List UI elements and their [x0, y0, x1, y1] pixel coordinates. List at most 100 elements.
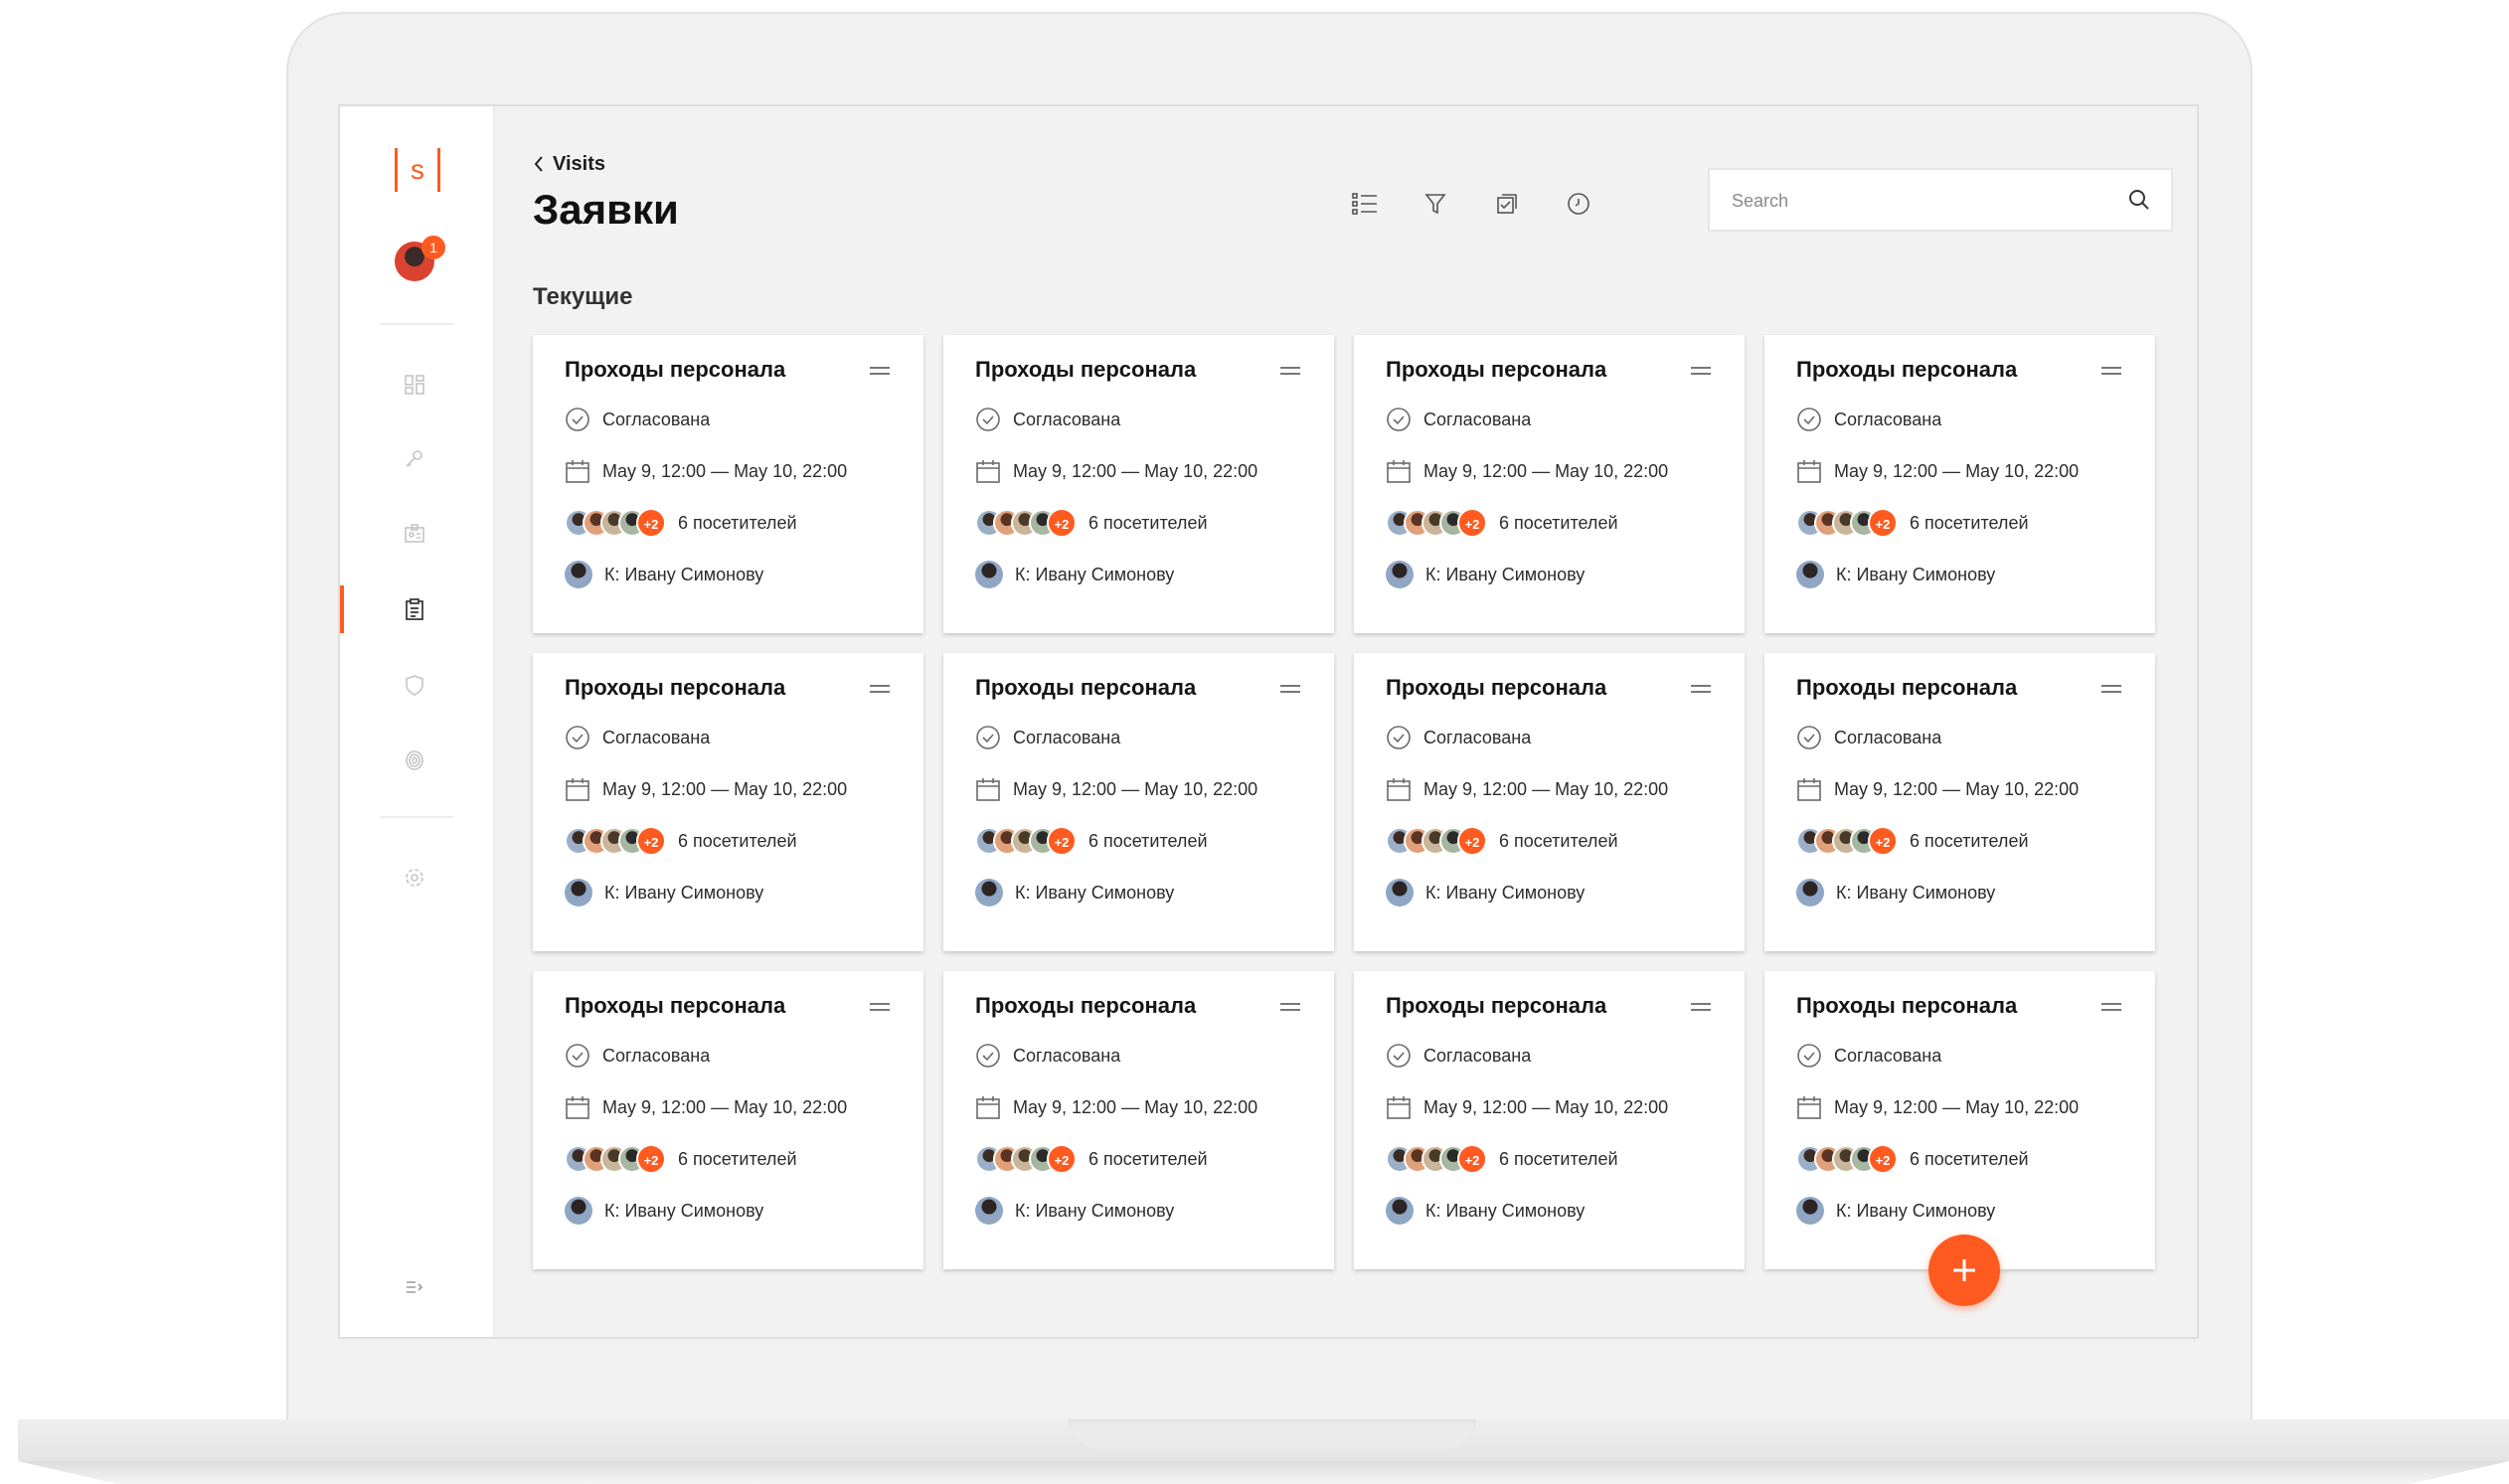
back-link[interactable]: Visits — [533, 150, 605, 178]
host-avatar — [565, 1197, 592, 1225]
user-avatar[interactable]: 1 — [395, 236, 445, 285]
card-menu-icon[interactable] — [1280, 1001, 1302, 1015]
sidebar-item-dashboard[interactable] — [340, 361, 495, 409]
sidebar-item-settings[interactable] — [340, 854, 495, 902]
main-content: Visits Заявки Search Текущие Проходы пер… — [495, 106, 2197, 1337]
status-label: Согласована — [602, 727, 711, 747]
sidebar-item-security[interactable] — [340, 661, 495, 709]
status-label: Согласована — [1423, 1045, 1532, 1066]
status-label: Согласована — [1013, 409, 1121, 429]
card-menu-icon[interactable] — [2101, 365, 2123, 379]
select-button[interactable] — [1487, 184, 1527, 224]
visitor-count: 6 посетителей — [1499, 1148, 1618, 1169]
request-card[interactable]: Проходы персонала Согласована May 9, 12:00… — [1354, 971, 1745, 1269]
request-card[interactable]: Проходы персонала Согласована May 9, 12:00… — [1764, 653, 2155, 951]
host-name: К: Ивану Симонову — [1425, 564, 1586, 584]
host-name: К: Ивану Симонову — [1425, 882, 1586, 903]
card-menu-icon[interactable] — [1691, 683, 1713, 697]
list-view-button[interactable] — [1344, 184, 1384, 224]
request-card[interactable]: Проходы персонала Согласована May 9, 12:00… — [943, 653, 1334, 951]
date-range: May 9, 12:00 — May 10, 22:00 — [1013, 460, 1258, 481]
card-menu-icon[interactable] — [1691, 1001, 1713, 1015]
request-card[interactable]: Проходы персонала Согласована May 9, 12:00… — [533, 653, 923, 951]
visitor-count: 6 посетителей — [678, 1148, 797, 1169]
status-label: Согласована — [1834, 409, 1942, 429]
sidebar-item-badges[interactable] — [340, 510, 495, 558]
card-menu-icon[interactable] — [870, 683, 892, 697]
card-dates: May 9, 12:00 — May 10, 22:00 — [1386, 1092, 1668, 1122]
card-visitors: +2 6 посетителей — [1386, 1144, 1618, 1174]
visitor-count: 6 посетителей — [1088, 1148, 1208, 1169]
host-name: К: Ивану Симонову — [1425, 1200, 1586, 1221]
sidebar-item-requests[interactable] — [340, 585, 495, 633]
card-host: К: Ивану Симонову — [975, 878, 1174, 907]
status-label: Согласована — [1013, 1045, 1121, 1066]
card-host: К: Ивану Симонову — [975, 1196, 1174, 1226]
visitor-count: 6 посетителей — [1499, 512, 1618, 533]
visitor-avatars: +2 — [1386, 1144, 1487, 1174]
card-dates: May 9, 12:00 — May 10, 22:00 — [975, 1092, 1257, 1122]
host-avatar — [565, 561, 592, 588]
request-card[interactable]: Проходы персонала Согласована May 9, 12:00… — [943, 971, 1334, 1269]
card-status: Согласована — [975, 1041, 1120, 1071]
card-menu-icon[interactable] — [870, 1001, 892, 1015]
card-status: Согласована — [975, 723, 1120, 752]
history-button[interactable] — [1559, 184, 1598, 224]
card-dates: May 9, 12:00 — May 10, 22:00 — [565, 774, 847, 804]
request-card[interactable]: Проходы персонала Согласована May 9, 12:00… — [943, 335, 1334, 633]
card-visitors: +2 6 посетителей — [1796, 508, 2029, 538]
sidebar-item-biometrics[interactable] — [340, 737, 495, 784]
fingerprint-icon — [406, 750, 423, 770]
add-request-button[interactable] — [1928, 1235, 2000, 1306]
card-dates: May 9, 12:00 — May 10, 22:00 — [975, 456, 1257, 486]
host-name: К: Ивану Симонову — [1836, 882, 1996, 903]
filter-icon — [1424, 194, 1446, 215]
host-name: К: Ивану Симонову — [604, 564, 764, 584]
card-menu-icon[interactable] — [1280, 683, 1302, 697]
card-status: Согласована — [1796, 1041, 1941, 1071]
card-menu-icon[interactable] — [2101, 1001, 2123, 1015]
card-status: Согласована — [565, 1041, 710, 1071]
request-card[interactable]: Проходы персонала Согласована May 9, 12:00… — [533, 335, 923, 633]
host-name: К: Ивану Симонову — [1015, 882, 1175, 903]
host-name: К: Ивану Симонову — [1836, 564, 1996, 584]
request-card[interactable]: Проходы персонала Согласована May 9, 12:00… — [1764, 335, 2155, 633]
sidebar-item-pass[interactable] — [340, 434, 495, 482]
card-visitors: +2 6 посетителей — [975, 826, 1208, 856]
section-title: Текущие — [533, 283, 633, 310]
sidebar-divider — [380, 323, 453, 325]
card-dates: May 9, 12:00 — May 10, 22:00 — [1386, 774, 1668, 804]
check-circle-icon — [976, 408, 1000, 431]
host-avatar — [1386, 1197, 1414, 1225]
card-menu-icon[interactable] — [1280, 365, 1302, 379]
card-dates: May 9, 12:00 — May 10, 22:00 — [1386, 456, 1668, 486]
host-avatar — [975, 879, 1003, 907]
request-card[interactable]: Проходы персонала Согласована May 9, 12:00… — [1354, 653, 1745, 951]
calendar-icon — [1387, 778, 1411, 801]
search-icon[interactable] — [2127, 188, 2151, 212]
visitor-avatars: +2 — [975, 1144, 1077, 1174]
card-status: Согласована — [975, 405, 1120, 434]
card-host: К: Ивану Симонову — [565, 1196, 763, 1226]
date-range: May 9, 12:00 — May 10, 22:00 — [1423, 778, 1669, 799]
request-card[interactable]: Проходы персонала Согласована May 9, 12:00… — [533, 971, 923, 1269]
host-avatar — [565, 879, 592, 907]
card-menu-icon[interactable] — [870, 365, 892, 379]
request-card[interactable]: Проходы персонала Согласована May 9, 12:00… — [1354, 335, 1745, 633]
request-card[interactable]: Проходы персонала Согласована May 9, 12:00… — [1764, 971, 2155, 1269]
sidebar-collapse[interactable] — [340, 1263, 495, 1311]
chevron-left-icon — [534, 156, 543, 172]
search-input[interactable] — [1730, 170, 2111, 232]
card-host: К: Ивану Симонову — [1796, 878, 1995, 907]
extra-visitors-badge: +2 — [1047, 508, 1077, 538]
date-range: May 9, 12:00 — May 10, 22:00 — [1834, 1096, 2080, 1117]
card-title: Проходы персонала — [1386, 993, 1607, 1018]
app-logo[interactable]: s — [395, 148, 440, 192]
card-host: К: Ивану Симонову — [565, 560, 763, 589]
date-range: May 9, 12:00 — May 10, 22:00 — [602, 778, 848, 799]
card-menu-icon[interactable] — [1691, 365, 1713, 379]
filter-button[interactable] — [1416, 184, 1455, 224]
card-menu-icon[interactable] — [2101, 683, 2123, 697]
card-visitors: +2 6 посетителей — [975, 1144, 1208, 1174]
card-dates: May 9, 12:00 — May 10, 22:00 — [1796, 1092, 2079, 1122]
